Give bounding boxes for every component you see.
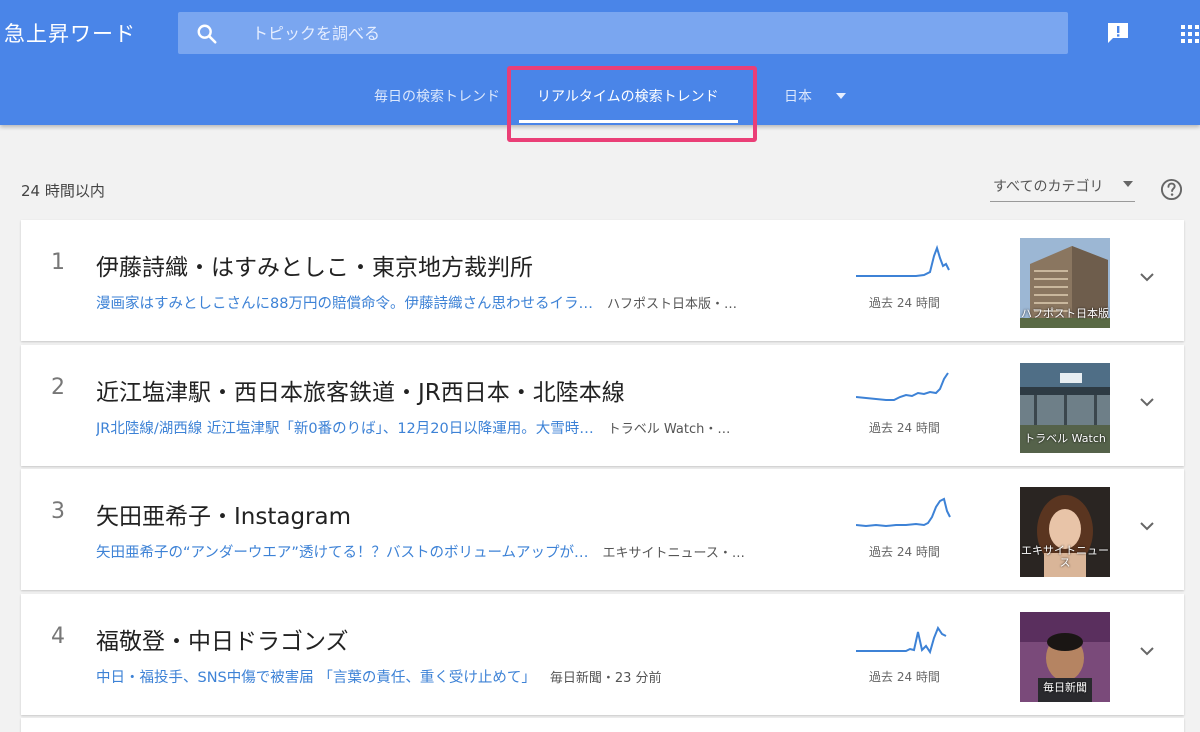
article-source: トラベル Watch・… — [607, 422, 731, 437]
article-headline-link[interactable]: 矢田亜希子の“アンダーウエア”透けてる！？バストのボリュームアップが… — [96, 545, 589, 561]
sparkline-chart — [856, 372, 949, 401]
article-source: 毎日新聞・23 分前 — [549, 671, 662, 686]
trend-card[interactable]: 3 矢田亜希子・Instagram 矢田亜希子の“アンダーウエア”透けてる！？バ… — [21, 469, 1184, 590]
trend-rank: 4 — [51, 624, 65, 649]
trend-card[interactable]: 1 伊藤詩織・はすみとしこ・東京地方裁判所 漫画家はすみとしこさんに88万円の賠… — [21, 220, 1184, 341]
trend-title[interactable]: 伊藤詩織・はすみとしこ・東京地方裁判所 — [96, 248, 533, 282]
sparkline-caption: 過去 24 時間 — [869, 421, 940, 435]
sparkline-chart — [856, 625, 947, 655]
search-icon[interactable] — [196, 23, 218, 45]
news-thumbnail[interactable]: トラベル Watch — [1020, 363, 1110, 453]
caret-down-icon — [1123, 181, 1133, 187]
thumbnail-source-label: ハフポスト日本版 — [1021, 307, 1109, 320]
thumbnail-source-label: トラベル Watch — [1024, 432, 1106, 445]
search-input[interactable] — [252, 12, 1032, 54]
trend-snippet: 中日・福投手、SNS中傷で被害届 「言葉の責任、重く受け止めて」 毎日新聞・23 … — [96, 666, 836, 687]
news-thumbnail[interactable]: ハフポスト日本版 — [1020, 238, 1110, 328]
sparkline-caption: 過去 24 時間 — [869, 670, 940, 684]
trend-title[interactable]: 福敬登・中日ドラゴンズ — [96, 622, 349, 656]
chevron-down-icon[interactable] — [1139, 272, 1155, 282]
thumbnail-source-label: エキサイトニュース — [1021, 544, 1109, 569]
article-headline-link[interactable]: 中日・福投手、SNS中傷で被害届 「言葉の責任、重く受け止めて」 — [96, 670, 536, 686]
article-source: ハフポスト日本版・… — [606, 297, 737, 312]
trend-title[interactable]: 矢田亜希子・Instagram — [96, 497, 351, 531]
sparkline-caption: 過去 24 時間 — [869, 545, 940, 559]
feedback-icon[interactable] — [1106, 22, 1130, 44]
article-headline-link[interactable]: 漫画家はすみとしこさんに88万円の賠償命令。伊藤詩織さん思わせるイラ… — [96, 296, 593, 312]
search-bar[interactable] — [178, 12, 1068, 54]
trend-title[interactable]: 近江塩津駅・西日本旅客鉄道・JR西日本・北陸本線 — [96, 373, 625, 407]
news-thumbnail[interactable]: 毎日新聞 — [1020, 612, 1110, 702]
article-headline-link[interactable]: JR北陸線/湖西線 近江塩津駅「新0番のりば」、12月20日以降運用。大雪時… — [96, 421, 594, 437]
chevron-down-icon[interactable] — [1139, 646, 1155, 656]
trend-snippet: 矢田亜希子の“アンダーウエア”透けてる！？バストのボリュームアップが… エキサイト… — [96, 541, 836, 562]
article-source: エキサイトニュース・… — [602, 546, 745, 561]
sparkline-chart — [856, 497, 951, 528]
apps-grid-icon[interactable] — [1180, 24, 1200, 44]
sparkline-chart — [856, 244, 950, 277]
header: 急上昇ワード 毎日の検索トレンド リアルタイムの検索トレンド 日本 — [0, 0, 1200, 142]
trend-card[interactable]: 4 福敬登・中日ドラゴンズ 中日・福投手、SNS中傷で被害届 「言葉の責任、重く… — [21, 594, 1184, 715]
caret-down-icon[interactable] — [836, 93, 846, 99]
category-label: すべてのカテゴリ — [993, 179, 1104, 195]
trend-card[interactable]: 2 近江塩津駅・西日本旅客鉄道・JR西日本・北陸本線 JR北陸線/湖西線 近江塩… — [21, 345, 1184, 466]
highlight-annotation-box — [507, 66, 757, 142]
help-icon[interactable] — [1160, 178, 1183, 201]
trend-card[interactable] — [21, 718, 1184, 732]
trend-rank: 2 — [51, 375, 65, 400]
sparkline-caption: 過去 24 時間 — [869, 296, 940, 310]
app-title[interactable]: 急上昇ワード — [4, 18, 136, 48]
trend-rank: 3 — [51, 499, 65, 524]
thumbnail-source-label: 毎日新聞 — [1043, 681, 1087, 694]
period-label: 24 時間以内 — [21, 182, 105, 200]
trend-snippet: 漫画家はすみとしこさんに88万円の賠償命令。伊藤詩織さん思わせるイラ… ハフポスト… — [96, 292, 836, 313]
chevron-down-icon[interactable] — [1139, 397, 1155, 407]
country-selector[interactable]: 日本 — [784, 86, 812, 106]
news-thumbnail[interactable]: エキサイトニュース — [1020, 487, 1110, 577]
trend-rank: 1 — [51, 250, 65, 275]
trend-snippet: JR北陸線/湖西線 近江塩津駅「新0番のりば」、12月20日以降運用。大雪時… ト… — [96, 417, 836, 438]
category-dropdown[interactable]: すべてのカテゴリ — [990, 172, 1135, 202]
chevron-down-icon[interactable] — [1139, 521, 1155, 531]
tab-daily-trends[interactable]: 毎日の検索トレンド — [374, 86, 500, 106]
